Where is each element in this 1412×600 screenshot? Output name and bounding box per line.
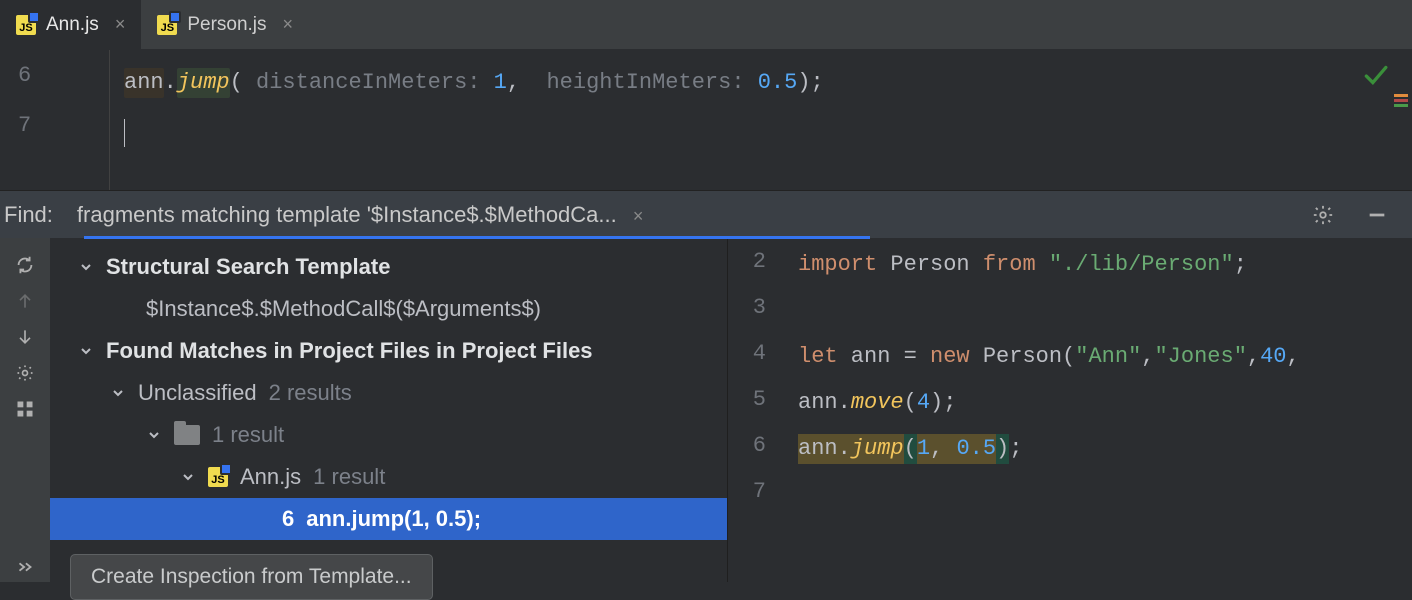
close-icon[interactable]: × (115, 14, 126, 35)
find-tool-window: Structural Search Template $Instance$.$M… (0, 238, 1412, 582)
line-number: 6 (728, 422, 784, 468)
preview-line-7[interactable] (784, 472, 1300, 518)
folder-icon (174, 425, 200, 445)
js-file-icon: JS (208, 467, 228, 487)
preview-line-4[interactable]: let ann = new Person("Ann","Jones",40, (784, 334, 1300, 380)
tab-filename: Ann.js (46, 14, 99, 36)
inspection-stripe[interactable] (1394, 94, 1408, 107)
code-area[interactable]: ann.jump( distanceInMeters: 1, heightInM… (110, 50, 1412, 190)
editor-tabs: JS Ann.js × JS Person.js × (0, 0, 1412, 50)
more-icon[interactable] (10, 552, 40, 582)
tab-person-js[interactable]: JS Person.js × (141, 0, 309, 49)
create-inspection-button[interactable]: Create Inspection from Template... (70, 554, 433, 600)
preview-line-3[interactable] (784, 288, 1300, 334)
close-icon[interactable]: × (633, 206, 644, 226)
tree-template-body[interactable]: $Instance$.$MethodCall$($Arguments$) (50, 288, 727, 330)
preview-panel[interactable]: 2 3 4 5 6 7 import Person from "./lib/Pe… (728, 238, 1412, 582)
line-number: 5 (728, 376, 784, 422)
tool-strip (0, 238, 50, 582)
line-number: 2 (728, 238, 784, 284)
chevron-down-icon (146, 427, 162, 443)
tree-root-folder[interactable]: 1 result (50, 414, 727, 456)
find-label: Find: (4, 202, 53, 228)
find-text[interactable]: fragments matching template '$Instance$.… (77, 202, 1284, 228)
line-number: 7 (0, 100, 109, 150)
refresh-icon[interactable] (10, 250, 40, 280)
find-tab-underline (84, 236, 870, 239)
tree-found-heading[interactable]: Found Matches in Project Files in Projec… (50, 330, 727, 372)
line-number: 4 (728, 330, 784, 376)
preview-line-5[interactable]: ann.move(4); (784, 380, 1300, 426)
tree-file[interactable]: JS Ann.js 1 result (50, 456, 727, 498)
layout-icon[interactable] (10, 394, 40, 424)
line-number: 3 (728, 284, 784, 330)
chevron-down-icon (110, 385, 126, 401)
chevron-down-icon (78, 259, 94, 275)
text-caret (124, 119, 125, 147)
preview-line-2[interactable]: import Person from "./lib/Person"; (784, 242, 1300, 288)
minimize-icon[interactable] (1362, 200, 1392, 230)
gear-icon[interactable] (10, 358, 40, 388)
tab-filename: Person.js (187, 14, 266, 36)
preview-gutter: 2 3 4 5 6 7 (728, 238, 784, 582)
tree-template-heading[interactable]: Structural Search Template (50, 246, 727, 288)
preview-code[interactable]: import Person from "./lib/Person"; let a… (784, 238, 1300, 582)
tree-unclassified[interactable]: Unclassified 2 results (50, 372, 727, 414)
find-bar: Find: fragments matching template '$Inst… (0, 190, 1412, 238)
tab-ann-js[interactable]: JS Ann.js × (0, 0, 141, 49)
js-file-icon: JS (157, 15, 177, 35)
arrow-up-icon[interactable] (10, 286, 40, 316)
code-line-6[interactable]: ann.jump( distanceInMeters: 1, heightInM… (110, 58, 1412, 108)
results-tree[interactable]: Structural Search Template $Instance$.$M… (50, 238, 727, 540)
line-number: 6 (0, 50, 109, 100)
js-file-icon: JS (16, 15, 36, 35)
chevron-down-icon (78, 343, 94, 359)
inspection-ok-icon[interactable] (1362, 62, 1388, 93)
close-icon[interactable]: × (283, 14, 294, 35)
gear-icon[interactable] (1308, 200, 1338, 230)
code-line-7[interactable] (110, 108, 1412, 158)
chevron-down-icon (180, 469, 196, 485)
results-panel: Structural Search Template $Instance$.$M… (50, 238, 728, 582)
preview-line-6[interactable]: ann.jump(1, 0.5); (784, 426, 1300, 472)
arrow-down-icon[interactable] (10, 322, 40, 352)
editor-gutter: 6 7 (0, 50, 110, 190)
line-number: 7 (728, 468, 784, 514)
main-editor[interactable]: 6 7 ann.jump( distanceInMeters: 1, heigh… (0, 50, 1412, 190)
tree-match-selected[interactable]: 6 ann.jump(1, 0.5); (50, 498, 727, 540)
